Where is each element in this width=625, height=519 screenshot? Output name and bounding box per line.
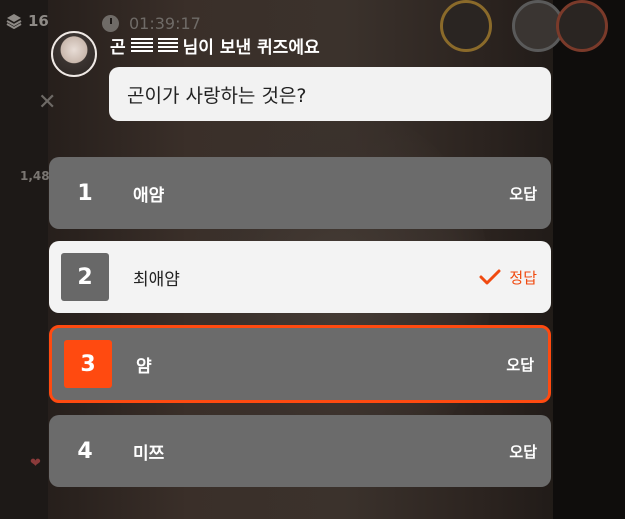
option-number: 4 — [77, 438, 93, 464]
quiz-question: 곤이가 사랑하는 것은? — [109, 67, 551, 121]
quiz-option-4[interactable]: 4 미쯔 오답 — [49, 415, 551, 487]
viewer-counter: 16 — [6, 12, 49, 30]
result-text: 정답 — [509, 268, 537, 287]
option-number: 2 — [61, 253, 109, 301]
option-result: 오답 — [509, 183, 537, 204]
quiz-sender-line: 곤 님이 보낸 퀴즈에요 — [110, 33, 320, 58]
result-text: 오답 — [509, 442, 537, 461]
top-viewer-avatar[interactable] — [440, 0, 492, 52]
option-number: 1 — [77, 180, 93, 206]
quiz-option-1[interactable]: 1 애얌 오답 — [49, 157, 551, 229]
viewer-count: 16 — [28, 12, 49, 30]
sender-message: 님이 보낸 퀴즈에요 — [182, 38, 320, 58]
redacted-name — [130, 38, 153, 53]
side-count: 1,48 — [20, 169, 50, 183]
check-icon — [479, 269, 501, 285]
close-icon[interactable]: ✕ — [38, 90, 56, 115]
option-number: 3 — [64, 340, 112, 388]
sender-avatar — [51, 31, 97, 77]
heart-icon: ❤ — [30, 456, 41, 471]
option-label: 애얌 — [133, 185, 165, 206]
option-label: 최애얌 — [133, 269, 180, 290]
option-label: 미쯔 — [133, 443, 165, 464]
clock-icon — [102, 15, 119, 32]
sender-name-prefix: 곤 — [110, 38, 126, 58]
option-result: 정답 — [479, 267, 537, 288]
option-result: 오답 — [506, 354, 534, 375]
result-text: 오답 — [509, 184, 537, 203]
option-result: 오답 — [509, 441, 537, 462]
result-text: 오답 — [506, 355, 534, 374]
layers-icon — [6, 14, 22, 29]
option-label: 얌 — [136, 356, 152, 377]
quiz-option-3[interactable]: 3 얌 오답 — [49, 325, 551, 403]
broadcast-timer: 01:39:17 — [102, 14, 201, 33]
top-viewer-avatar[interactable] — [556, 0, 608, 52]
quiz-option-2[interactable]: 2 최애얌 정답 — [49, 241, 551, 313]
redacted-name — [157, 38, 178, 53]
left-panel — [0, 0, 48, 519]
right-panel — [553, 0, 625, 519]
elapsed-time: 01:39:17 — [129, 14, 201, 33]
